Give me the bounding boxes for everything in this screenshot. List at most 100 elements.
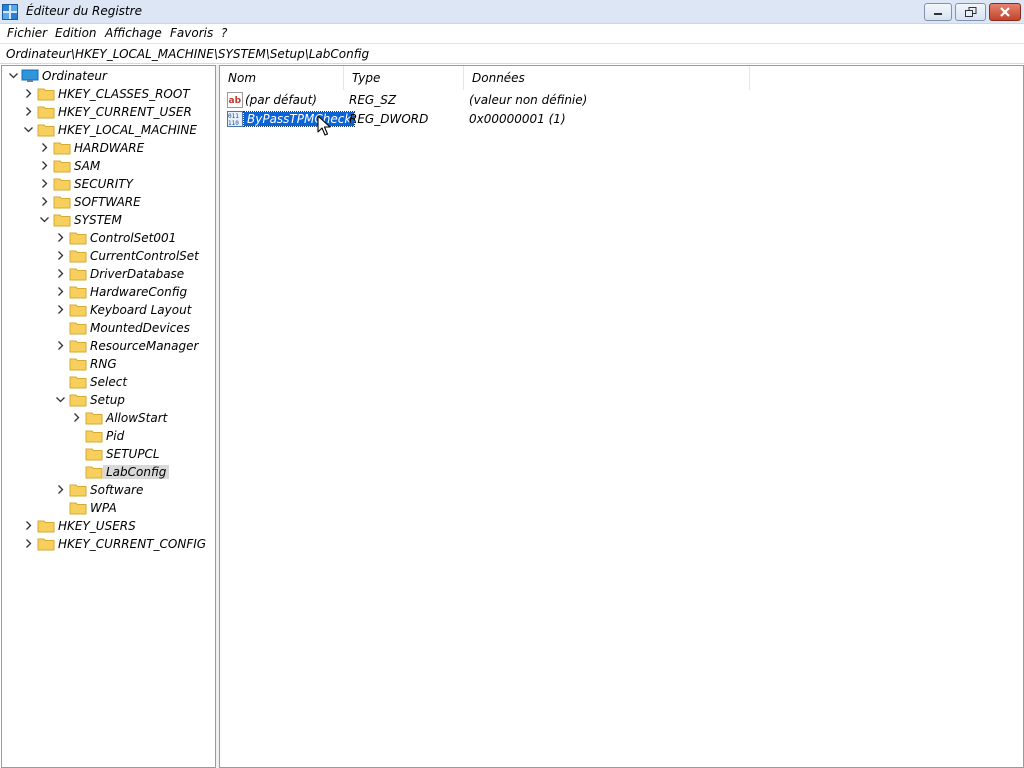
menu-file[interactable]: Fichier xyxy=(7,26,47,40)
chevron-down-icon[interactable] xyxy=(8,70,19,81)
menu-help[interactable]: ? xyxy=(221,26,227,40)
tree-node-hkcu[interactable]: HKEY_CURRENT_USER xyxy=(2,103,212,121)
chevron-right-icon[interactable] xyxy=(23,106,34,117)
menu-view[interactable]: Affichage xyxy=(105,26,162,40)
folder-icon xyxy=(37,88,55,101)
chevron-right-icon[interactable] xyxy=(55,250,66,261)
chevron-down-icon[interactable] xyxy=(39,214,50,225)
folder-icon xyxy=(69,304,87,317)
value-type: REG_DWORD xyxy=(349,112,429,126)
chevron-right-icon[interactable] xyxy=(71,412,82,423)
folder-icon xyxy=(37,538,55,551)
chevron-right-icon[interactable] xyxy=(55,484,66,495)
tree-node-computer[interactable]: Ordinateur xyxy=(2,67,212,85)
values-list[interactable]: Nom Type Données ab (par défaut) REG_SZ … xyxy=(219,65,1024,768)
folder-icon xyxy=(69,484,87,497)
chevron-down-icon[interactable] xyxy=(23,124,34,135)
chevron-right-icon[interactable] xyxy=(39,160,50,171)
close-button[interactable] xyxy=(989,3,1021,21)
tree-node-software-upper[interactable]: SOFTWARE xyxy=(2,193,212,211)
tree-node-setupcl[interactable]: SETUPCL xyxy=(2,445,212,463)
tree-node-hku[interactable]: HKEY_USERS xyxy=(2,517,212,535)
tree-label: Keyboard Layout xyxy=(90,303,192,317)
folder-icon xyxy=(53,214,71,227)
folder-icon xyxy=(69,376,87,389)
chevron-right-icon[interactable] xyxy=(23,520,34,531)
chevron-right-icon[interactable] xyxy=(55,268,66,279)
folder-icon xyxy=(69,358,87,371)
value-row-selected[interactable]: 011 110 ByPassTPMCheck REG_DWORD 0x00000… xyxy=(220,110,1000,129)
tree-label: AllowStart xyxy=(106,411,168,425)
tree-node-select[interactable]: Select xyxy=(2,373,212,391)
tree-label: SETUPCL xyxy=(106,447,160,461)
tree-node-hkcr[interactable]: HKEY_CLASSES_ROOT xyxy=(2,85,212,103)
tree-node-allowstart[interactable]: AllowStart xyxy=(2,409,212,427)
tree-label: SECURITY xyxy=(74,177,133,191)
title-bar[interactable]: Éditeur du Registre xyxy=(0,0,1024,24)
value-name: (par défaut) xyxy=(245,93,317,107)
tree-label: RNG xyxy=(90,357,117,371)
tree-label: Setup xyxy=(90,393,125,407)
menu-favorites[interactable]: Favoris xyxy=(170,26,213,40)
chevron-right-icon[interactable] xyxy=(39,178,50,189)
binary-value-icon: 011 110 xyxy=(227,111,243,127)
tree-node-hardwareconfig[interactable]: HardwareConfig xyxy=(2,283,212,301)
chevron-right-icon[interactable] xyxy=(39,142,50,153)
folder-icon xyxy=(69,232,87,245)
folder-icon xyxy=(69,268,87,281)
tree-node-resourcemanager[interactable]: ResourceManager xyxy=(2,337,212,355)
tree-label: SYSTEM xyxy=(74,213,122,227)
svg-text:110: 110 xyxy=(228,120,239,127)
tree-node-currentcontrolset[interactable]: CurrentControlSet xyxy=(2,247,212,265)
tree-node-system[interactable]: SYSTEM xyxy=(2,211,212,229)
chevron-right-icon[interactable] xyxy=(55,340,66,351)
tree-label: HKEY_LOCAL_MACHINE xyxy=(58,123,197,137)
key-tree[interactable]: Ordinateur HKEY_CLASSES_ROOT HKEY_CURREN… xyxy=(1,65,216,768)
restore-icon xyxy=(964,7,976,17)
folder-icon xyxy=(69,250,87,263)
chevron-right-icon[interactable] xyxy=(55,232,66,243)
svg-text:011: 011 xyxy=(228,113,239,120)
menu-edit[interactable]: Edition xyxy=(55,26,97,40)
tree-node-sam[interactable]: SAM xyxy=(2,157,212,175)
chevron-right-icon[interactable] xyxy=(55,286,66,297)
tree-node-hkcc[interactable]: HKEY_CURRENT_CONFIG xyxy=(2,535,212,553)
tree-node-mounteddevices[interactable]: MountedDevices xyxy=(2,319,212,337)
chevron-right-icon[interactable] xyxy=(23,538,34,549)
tree-node-controlset001[interactable]: ControlSet001 xyxy=(2,229,212,247)
tree-node-pid[interactable]: Pid xyxy=(2,427,212,445)
tree-node-security[interactable]: SECURITY xyxy=(2,175,212,193)
tree-node-hardware[interactable]: HARDWARE xyxy=(2,139,212,157)
tree-node-rng[interactable]: RNG xyxy=(2,355,212,373)
tree-node-keyboardlayout[interactable]: Keyboard Layout xyxy=(2,301,212,319)
address-path[interactable]: Ordinateur\HKEY_LOCAL_MACHINE\SYSTEM\Set… xyxy=(6,47,369,61)
value-type: REG_SZ xyxy=(349,93,397,107)
chevron-down-icon[interactable] xyxy=(55,394,66,405)
window-title: Éditeur du Registre xyxy=(26,4,142,18)
chevron-right-icon[interactable] xyxy=(23,88,34,99)
folder-icon xyxy=(85,466,103,479)
column-header-type[interactable]: Type xyxy=(344,66,464,90)
folder-icon xyxy=(53,160,71,173)
tree-node-hklm[interactable]: HKEY_LOCAL_MACHINE xyxy=(2,121,212,139)
tree-node-software[interactable]: Software xyxy=(2,481,212,499)
folder-icon xyxy=(85,412,103,425)
tree-node-setup[interactable]: Setup xyxy=(2,391,212,409)
folder-icon xyxy=(69,502,87,515)
chevron-right-icon[interactable] xyxy=(55,304,66,315)
column-header-name[interactable]: Nom xyxy=(220,66,344,90)
tree-label-selected: LabConfig xyxy=(103,465,170,479)
restore-button[interactable] xyxy=(955,3,986,21)
address-bar[interactable]: Ordinateur\HKEY_LOCAL_MACHINE\SYSTEM\Set… xyxy=(0,43,1024,64)
column-header-data[interactable]: Données xyxy=(464,66,750,90)
tree-label: HKEY_CURRENT_CONFIG xyxy=(58,537,207,551)
chevron-right-icon[interactable] xyxy=(39,196,50,207)
tree-node-wpa[interactable]: WPA xyxy=(2,499,212,517)
tree-label: Pid xyxy=(106,429,125,443)
tree-label: Ordinateur xyxy=(42,69,107,83)
tree-label: HardwareConfig xyxy=(90,285,188,299)
minimize-button[interactable] xyxy=(924,3,952,21)
value-row[interactable]: ab (par défaut) REG_SZ (valeur non défin… xyxy=(220,91,1000,110)
tree-node-driverdatabase[interactable]: DriverDatabase xyxy=(2,265,212,283)
tree-node-labconfig[interactable]: LabConfig xyxy=(2,463,212,481)
